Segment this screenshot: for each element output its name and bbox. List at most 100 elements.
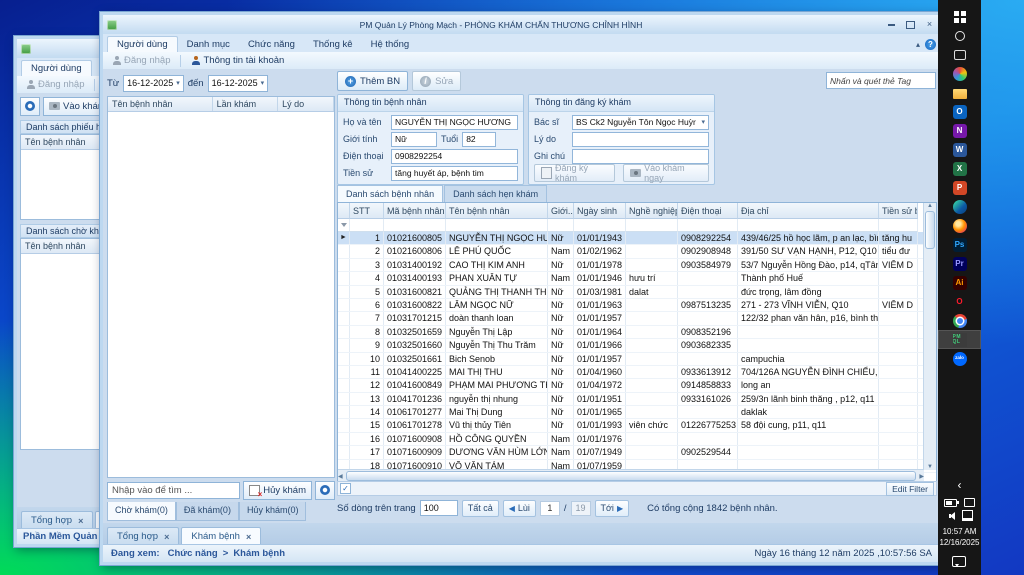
action-center-icon[interactable] — [952, 556, 967, 567]
phone-field[interactable]: 0908292254 — [391, 148, 518, 164]
cell[interactable]: 01226775253 — [678, 419, 738, 432]
cell[interactable] — [738, 446, 879, 459]
cell[interactable]: VIÊM D — [879, 298, 918, 312]
main-window[interactable]: PM Quản Lý Phòng Mạch - PHÒNG KHÁM CHẤN … — [100, 12, 943, 565]
tab-da-kham[interactable]: Đã khám(0) — [175, 502, 239, 521]
start-icon[interactable] — [938, 7, 981, 26]
pm-clinic-app-icon[interactable]: PM QL — [938, 330, 981, 349]
tab-tong-hop[interactable]: Tổng hợp × — [107, 527, 180, 545]
cell[interactable]: 01/01/1964 — [574, 325, 626, 339]
cell[interactable]: 0908292254 — [678, 232, 738, 245]
battery-icon[interactable] — [943, 498, 959, 507]
cell[interactable] — [879, 392, 918, 406]
cell[interactable]: long an — [738, 379, 879, 392]
age-field[interactable]: 82 — [462, 131, 497, 147]
speaker-icon[interactable] — [946, 511, 955, 520]
cell[interactable]: 01/04/1960 — [574, 365, 626, 379]
reason-field[interactable] — [572, 131, 709, 147]
cell[interactable]: 0908352196 — [678, 325, 738, 339]
tab-thong-ke[interactable]: Thống kê — [304, 37, 362, 52]
cell[interactable]: 01/03/1981 — [574, 285, 626, 298]
add-patient-button[interactable]: + Thêm BN — [337, 71, 409, 91]
cell[interactable]: viên chức — [626, 419, 678, 432]
cell[interactable] — [738, 339, 879, 352]
prev-page-button[interactable]: ◀ Lùi — [502, 499, 536, 517]
rows-per-page-input[interactable]: 100 — [419, 500, 458, 516]
cell[interactable]: Nam — [548, 432, 574, 446]
cell[interactable] — [879, 406, 918, 419]
cell[interactable] — [626, 298, 678, 312]
cell[interactable]: hưu trí — [626, 272, 678, 285]
cell[interactable]: 01032501660 — [384, 339, 446, 352]
cell[interactable]: Nữ — [548, 285, 574, 298]
window-titlebar[interactable]: PM Quản Lý Phòng Mạch - PHÒNG KHÁM CHẤN … — [103, 15, 940, 35]
note-field[interactable] — [572, 148, 709, 164]
cell[interactable]: Nữ — [548, 406, 574, 419]
name-field[interactable]: NGUYỄN THỊ NGỌC HƯƠNG — [391, 114, 518, 130]
filter-cell[interactable] — [384, 219, 446, 232]
bg-view-button[interactable] — [20, 96, 40, 116]
column-header[interactable]: Tên bệnh nhân — [108, 97, 213, 111]
cell[interactable]: 01021600806 — [384, 245, 446, 258]
cell[interactable]: 9 — [350, 339, 384, 352]
cell[interactable] — [626, 432, 678, 446]
cell[interactable]: 5 — [350, 285, 384, 298]
cell[interactable] — [879, 432, 918, 446]
tab-huy-kham[interactable]: Hủy khám(0) — [238, 502, 307, 521]
cell[interactable]: 1 — [350, 232, 384, 245]
cell[interactable]: Nữ — [548, 339, 574, 352]
cell[interactable] — [626, 325, 678, 339]
cell[interactable]: Nữ — [548, 419, 574, 432]
cell[interactable]: 0933161026 — [678, 392, 738, 406]
cell[interactable] — [879, 446, 918, 459]
cell[interactable]: daklak — [738, 406, 879, 419]
cell[interactable] — [879, 325, 918, 339]
cell[interactable]: 01/01/1951 — [574, 392, 626, 406]
cell[interactable] — [626, 379, 678, 392]
cell[interactable]: doàn thanh loan — [446, 312, 548, 325]
collapse-ribbon-icon[interactable]: ▴ — [916, 40, 920, 49]
edit-filter-button[interactable]: Edit Filter — [886, 481, 934, 496]
close-tab-icon[interactable]: × — [164, 532, 169, 542]
scroll-down-icon[interactable]: ▼ — [927, 464, 933, 470]
to-date-picker[interactable]: 16-12-2025 ▾ — [207, 74, 269, 92]
patient-grid[interactable]: STT Mã bệnh nhân Tên bệnh nhân Giới... Ngày … — [337, 202, 937, 483]
cell[interactable]: Nữ — [548, 379, 574, 392]
column-header[interactable]: Tên bệnh nhân — [446, 203, 548, 219]
cell[interactable]: 01061701278 — [384, 419, 446, 432]
cell[interactable]: Mai Thị Dung — [446, 406, 548, 419]
cell[interactable]: 01/01/1993 — [574, 419, 626, 432]
taskbar-clock[interactable]: 10:57 AM 12/16/2025 — [939, 527, 979, 549]
cell[interactable]: 13 — [350, 392, 384, 406]
cell[interactable]: 53/7 Nguyễn Hồng Đào, p14, qTân Bình — [738, 258, 879, 272]
table-row[interactable]: 6 01031600822 LÂM NGỌC NỮ Nữ 01/01/1963 09875… — [338, 298, 936, 313]
table-row[interactable]: 2 01021600806 LÊ PHÚ QUỐC Nam 01/02/1962 0902… — [338, 245, 936, 259]
cell[interactable]: đức trọng, lâm đồng — [738, 285, 879, 298]
view-button[interactable] — [315, 480, 335, 500]
cell[interactable] — [879, 379, 918, 392]
cell[interactable]: Vũ thị thủy Tiên — [446, 419, 548, 432]
cell[interactable]: Nữ — [548, 325, 574, 339]
table-row[interactable]: 11 01041400225 MAI THỊ THU Nữ 01/04/1960 0933… — [338, 365, 936, 380]
cell[interactable]: VIÊM D — [879, 258, 918, 272]
cell[interactable] — [626, 352, 678, 365]
tab-appointment-list[interactable]: Danh sách hẹn khám — [444, 185, 548, 202]
cell[interactable]: NGUYỄN THỊ NGỌC HƯƠNG — [446, 232, 548, 245]
tab-danh-muc[interactable]: Danh mục — [178, 37, 239, 52]
cell[interactable]: Nam — [548, 245, 574, 258]
cell[interactable]: 122/32 phan văn hân, p16, bình thạnh — [738, 312, 879, 325]
edit-patient-button[interactable]: / Sửa — [412, 71, 462, 91]
register-exam-button[interactable]: Đăng ký khám — [534, 163, 616, 183]
tab-nguoi-dung[interactable]: Người dùng — [107, 36, 178, 52]
cell[interactable] — [626, 312, 678, 325]
column-header[interactable]: Lý do — [278, 97, 334, 111]
cell[interactable] — [738, 325, 879, 339]
cell[interactable]: Nữ — [548, 312, 574, 325]
bg-tab-tong-hop[interactable]: Tổng hợp × — [21, 511, 94, 529]
close-button[interactable]: × — [923, 19, 936, 30]
filter-cell[interactable] — [879, 219, 918, 232]
cell[interactable]: 11 — [350, 365, 384, 379]
cell[interactable]: 01/01/1976 — [574, 432, 626, 446]
edge-icon[interactable] — [938, 197, 981, 216]
cell[interactable]: 01032501661 — [384, 352, 446, 365]
